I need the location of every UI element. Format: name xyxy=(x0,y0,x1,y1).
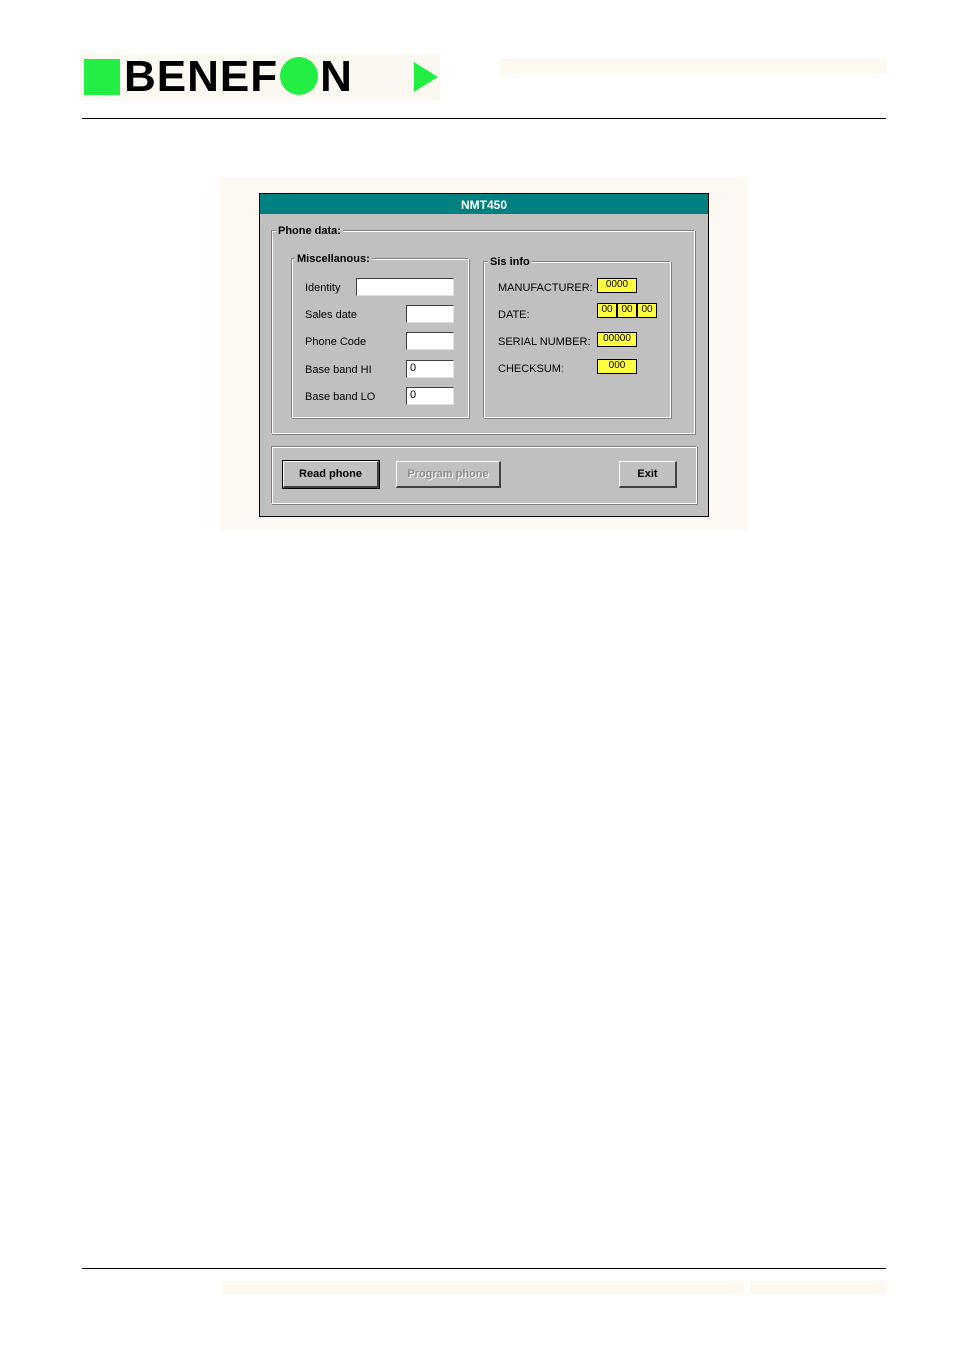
phone-code-input[interactable] xyxy=(406,332,454,350)
checksum-label: CHECKSUM: xyxy=(498,363,565,375)
phone-code-label: Phone Code xyxy=(305,336,367,348)
logo-wordmark: BENEF N xyxy=(124,54,353,100)
exit-button[interactable]: Exit xyxy=(619,461,677,488)
manufacturer-value: 0000 xyxy=(597,278,637,293)
manufacturer-label: MANUFACTURER: xyxy=(498,282,593,294)
benefon-logo: BENEF N xyxy=(80,54,440,100)
date-value-day: 00 xyxy=(597,303,617,318)
date-label: DATE: xyxy=(498,309,530,321)
base-band-hi-input[interactable]: 0 xyxy=(406,360,454,378)
footer-rule xyxy=(82,1268,886,1269)
checksum-value: 000 xyxy=(597,359,637,374)
program-phone-button[interactable]: Program phone xyxy=(396,461,501,488)
nmt450-dialog: NMT450 Phone data: Miscellanous: Identit… xyxy=(259,193,709,517)
misc-label: Miscellanous: xyxy=(295,253,372,265)
logo-text-left: BENEF xyxy=(124,52,279,101)
logo-o-circle xyxy=(280,57,319,95)
sales-date-input[interactable] xyxy=(406,305,454,323)
header-rule xyxy=(82,118,886,119)
base-band-lo-input[interactable]: 0 xyxy=(406,387,454,405)
read-phone-button[interactable]: Read phone xyxy=(282,460,380,489)
sales-date-label: Sales date xyxy=(305,309,357,321)
date-value-year: 00 xyxy=(637,303,657,318)
logo-arrow-icon xyxy=(414,62,438,92)
date-value-month: 00 xyxy=(617,303,637,318)
serial-number-value: 00000 xyxy=(597,332,637,347)
footer-strip-right xyxy=(750,1281,886,1294)
logo-square-mark xyxy=(84,59,120,95)
phone-data-label: Phone data: xyxy=(276,225,343,237)
header-strip xyxy=(500,59,886,73)
base-band-lo-label: Base band LO xyxy=(305,391,376,403)
footer-strip-left xyxy=(222,1281,744,1294)
logo-text-right: N xyxy=(320,52,353,101)
sis-info-label: Sis info xyxy=(488,256,532,268)
identity-input[interactable] xyxy=(356,278,454,296)
base-band-hi-label: Base band HI xyxy=(305,364,372,376)
dialog-title-bar: NMT450 xyxy=(260,194,708,214)
serial-number-label: SERIAL NUMBER: xyxy=(498,336,591,348)
identity-label: Identity xyxy=(305,282,341,294)
